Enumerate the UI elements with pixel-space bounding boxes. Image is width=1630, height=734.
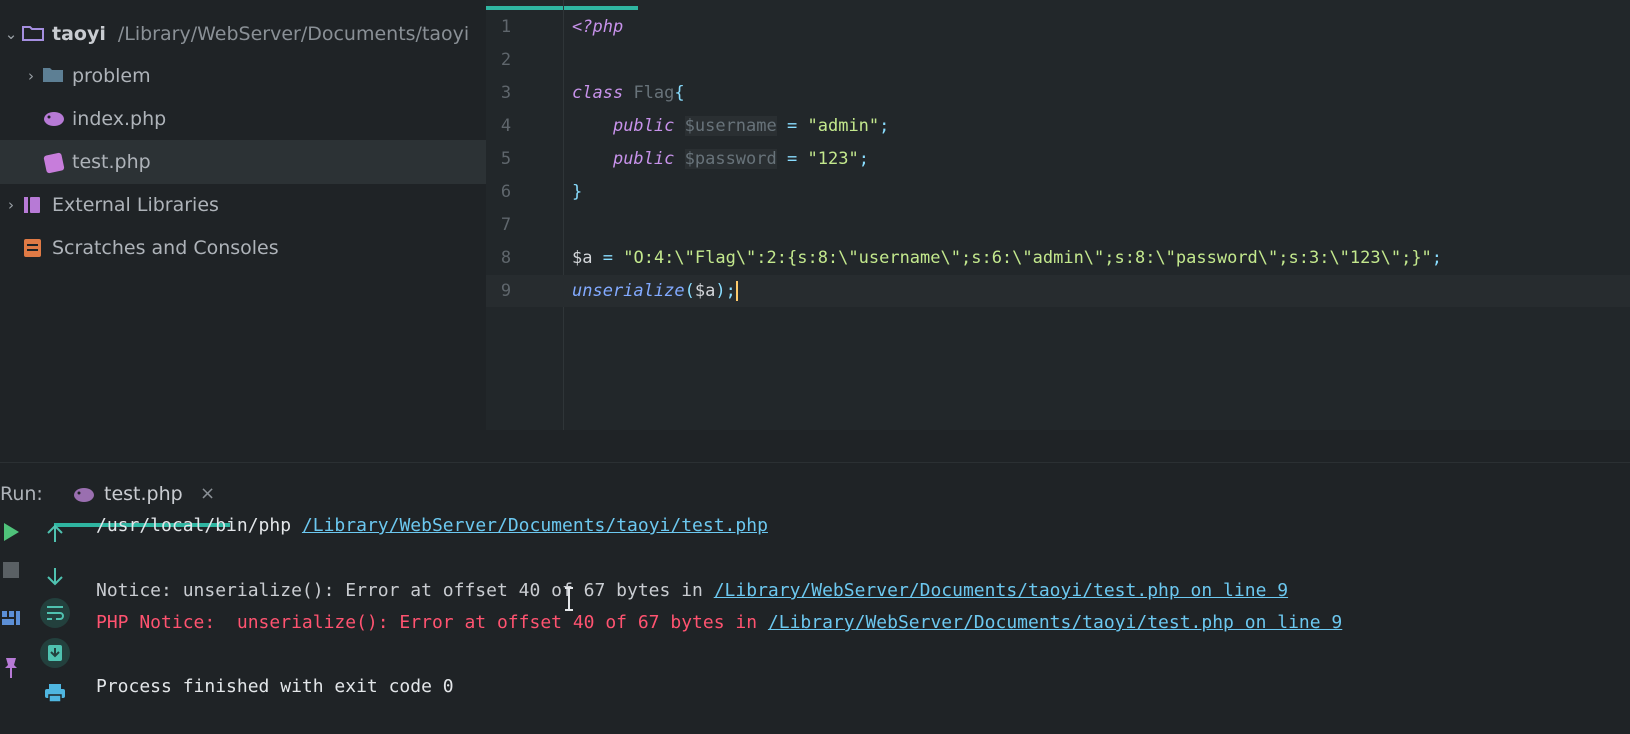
- scroll-to-end-icon[interactable]: [38, 636, 72, 670]
- tree-item-external-libraries[interactable]: › External Libraries: [0, 183, 486, 227]
- code-line-4[interactable]: 4 public $username = "admin";: [486, 110, 1630, 142]
- pin-icon[interactable]: [0, 651, 28, 685]
- string: "O:4:\"Flag\":2:{s:8:\"username\";s:6:\"…: [623, 248, 1432, 268]
- function-name: unserialize: [572, 281, 685, 301]
- class-name: Flag: [633, 83, 675, 103]
- brace: {: [674, 83, 685, 103]
- arrow-down-icon[interactable]: [38, 559, 72, 593]
- line-number: 6: [500, 182, 512, 202]
- php-file-icon: [42, 152, 66, 174]
- active-tab-indicator: [486, 6, 638, 10]
- console-php-notice-line: PHP Notice: unserialize(): Error at offs…: [96, 612, 1342, 633]
- code-line-1[interactable]: 1 <?php: [486, 11, 1630, 43]
- code-line-2[interactable]: 2: [486, 44, 1630, 76]
- library-icon: [22, 195, 46, 215]
- code-editor[interactable]: 1 <?php 2 3 class Flag{ 4 public $userna…: [486, 0, 1630, 430]
- variable: $username: [684, 116, 777, 136]
- close-icon[interactable]: ×: [200, 483, 215, 504]
- tree-item-label: Scratches and Consoles: [52, 237, 279, 259]
- chevron-right-icon[interactable]: ›: [0, 196, 22, 214]
- code-line-8[interactable]: 8 $a = "O:4:\"Flag\":2:{s:8:\"username\"…: [486, 242, 1630, 274]
- arrow-up-icon[interactable]: [38, 517, 72, 551]
- php-binary-path: /usr/local/bin/php: [96, 515, 292, 536]
- brace: }: [572, 182, 583, 202]
- code-line-6[interactable]: 6 }: [486, 176, 1630, 208]
- tree-item-problem[interactable]: › problem: [0, 54, 486, 98]
- scratches-icon: [22, 238, 46, 258]
- code-line-5[interactable]: 5 public $password = "123";: [486, 143, 1630, 175]
- chevron-down-icon[interactable]: ⌄: [0, 25, 22, 43]
- operator: =: [787, 116, 798, 136]
- tree-item-label: External Libraries: [52, 194, 219, 216]
- line-number: 8: [500, 248, 512, 268]
- string: "admin": [807, 116, 880, 136]
- run-icon[interactable]: [0, 515, 28, 549]
- print-icon[interactable]: [38, 676, 72, 710]
- tree-item-index-php[interactable]: index.php: [0, 97, 486, 141]
- line-number: 9: [500, 281, 512, 301]
- keyword: public: [612, 149, 675, 169]
- php-notice-text: PHP Notice: unserialize(): Error at offs…: [96, 612, 758, 633]
- string: "123": [807, 149, 859, 169]
- text-cursor-icon: [563, 587, 575, 615]
- keyword: public: [612, 116, 675, 136]
- notice-file-link[interactable]: /Library/WebServer/Documents/taoyi/test.…: [714, 580, 1288, 601]
- semicolon: ;: [1431, 248, 1443, 268]
- line-number: 7: [500, 215, 512, 235]
- variable: $a: [572, 248, 593, 268]
- console-notice-line: Notice: unserialize(): Error at offset 4…: [96, 580, 1288, 601]
- line-number: 1: [500, 17, 512, 37]
- php-notice-file-link[interactable]: /Library/WebServer/Documents/taoyi/test.…: [768, 612, 1342, 633]
- run-panel: Run: test.php × /usr/local/bin/php /Libr…: [0, 462, 1630, 734]
- variable: $password: [684, 149, 777, 169]
- line-number: 3: [500, 83, 512, 103]
- script-path-link[interactable]: /Library/WebServer/Documents/taoyi/test.…: [302, 515, 768, 536]
- paren-close: ): [715, 281, 726, 301]
- notice-text: Notice: unserialize(): Error at offset 4…: [96, 580, 703, 601]
- chevron-right-icon[interactable]: ›: [20, 67, 42, 85]
- root-folder-path: /Library/WebServer/Documents/taoyi: [117, 23, 470, 45]
- tree-item-label: problem: [72, 65, 151, 87]
- variable: $a: [694, 281, 716, 301]
- folder-icon: [22, 24, 46, 44]
- console-exit-line: Process finished with exit code 0: [96, 676, 454, 697]
- code-line-3[interactable]: 3 class Flag{: [486, 77, 1630, 109]
- php-open-tag: <?php: [572, 17, 624, 37]
- run-label: Run:: [0, 483, 43, 505]
- semicolon: ;: [879, 116, 890, 136]
- tree-item-label: test.php: [72, 151, 151, 173]
- tree-root-taoyi[interactable]: ⌄ taoyi /Library/WebServer/Documents/tao…: [0, 12, 486, 56]
- soft-wrap-icon[interactable]: [38, 596, 72, 630]
- tree-item-test-php[interactable]: test.php: [0, 140, 486, 184]
- code-line-7[interactable]: 7: [486, 209, 1630, 241]
- php-elephant-icon: [42, 109, 66, 129]
- text-caret: [735, 281, 738, 301]
- semicolon: ;: [725, 281, 736, 301]
- root-folder-name: taoyi: [52, 23, 106, 45]
- tree-item-label: index.php: [72, 108, 167, 130]
- console-command-line: /usr/local/bin/php /Library/WebServer/Do…: [96, 515, 768, 536]
- line-number: 4: [500, 116, 512, 136]
- stop-icon[interactable]: [0, 553, 28, 587]
- operator: =: [602, 248, 613, 268]
- operator: =: [787, 149, 798, 169]
- folder-icon: [42, 66, 66, 86]
- php-elephant-icon: [72, 486, 96, 508]
- tree-item-scratches[interactable]: Scratches and Consoles: [0, 226, 486, 270]
- line-number: 5: [500, 149, 512, 169]
- code-line-9[interactable]: 9 unserialize($a);: [486, 275, 1630, 307]
- line-number: 2: [500, 50, 512, 70]
- semicolon: ;: [858, 149, 869, 169]
- keyword: class: [572, 83, 624, 103]
- paren-open: (: [684, 281, 695, 301]
- run-tab-label: test.php: [104, 483, 183, 505]
- layout-icon[interactable]: [0, 601, 28, 635]
- project-tree: ⌄ taoyi /Library/WebServer/Documents/tao…: [0, 0, 486, 462]
